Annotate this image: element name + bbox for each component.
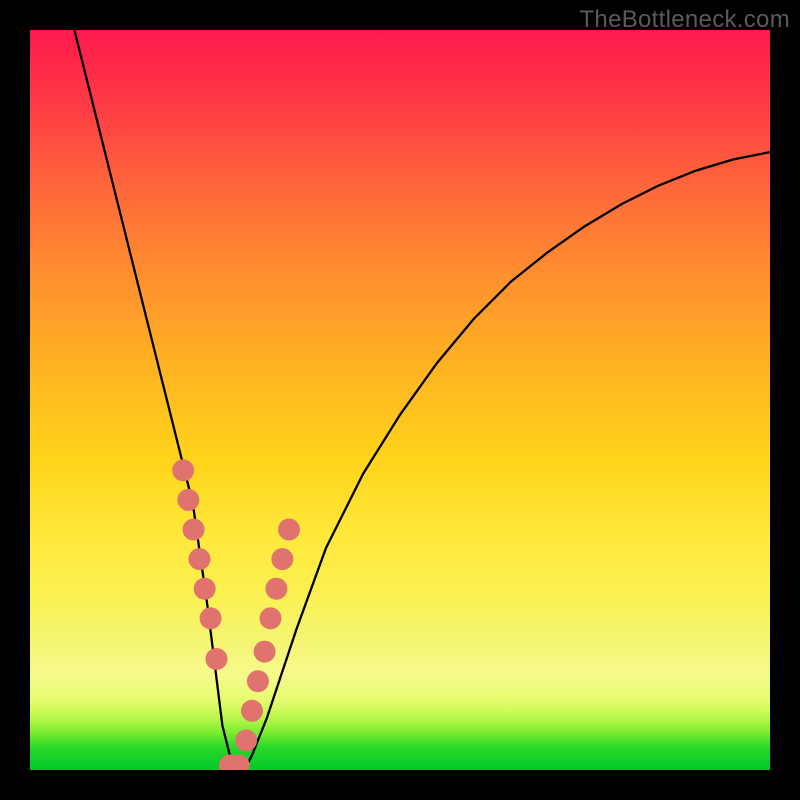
marker-dot (183, 519, 205, 541)
marker-dot (172, 459, 194, 481)
marker-group (172, 459, 300, 770)
chart-frame: TheBottleneck.com (0, 0, 800, 800)
marker-dot (254, 641, 276, 663)
marker-dot (235, 729, 257, 751)
marker-dot (200, 607, 222, 629)
marker-dot (260, 607, 282, 629)
marker-dot (247, 670, 269, 692)
marker-dot (205, 648, 227, 670)
marker-dot (177, 489, 199, 511)
marker-dot (271, 548, 293, 570)
marker-dot (241, 700, 263, 722)
marker-dot (265, 578, 287, 600)
bottleneck-curve (74, 30, 770, 770)
marker-dot (188, 548, 210, 570)
chart-svg (30, 30, 770, 770)
plot-area (30, 30, 770, 770)
marker-dot (194, 578, 216, 600)
marker-dot (278, 519, 300, 541)
